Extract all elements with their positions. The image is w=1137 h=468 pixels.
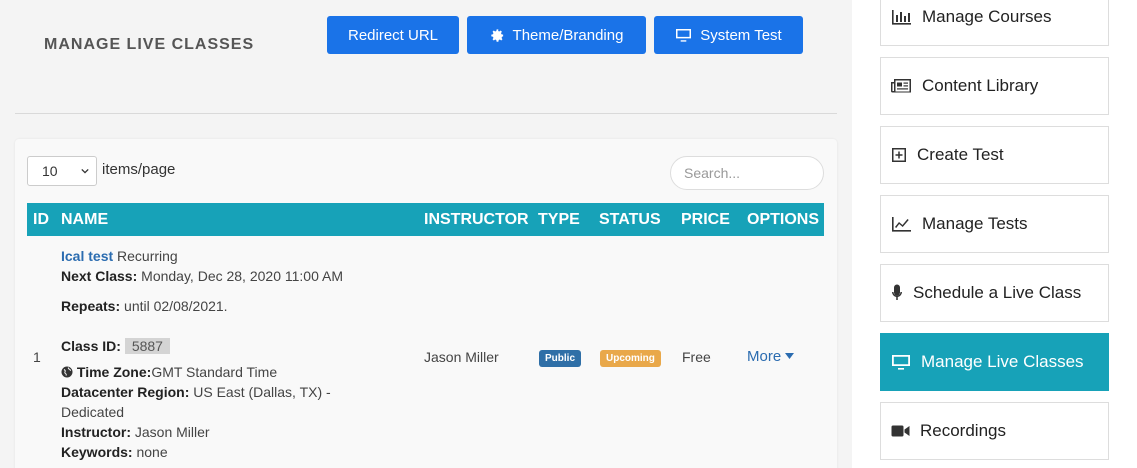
datacenter-value: US East (Dallas, TX) - [193, 384, 331, 400]
timezone-value: GMT Standard Time [151, 364, 278, 380]
status-badge: Upcoming [600, 350, 661, 367]
column-header-price[interactable]: PRICE [681, 211, 730, 229]
keywords-value: none [136, 444, 168, 460]
row-details: Ical test Recurring Next Class: Monday, … [61, 246, 391, 462]
row-price: Free [682, 349, 711, 365]
sidebar-item-label: Manage Live Classes [921, 352, 1084, 371]
column-header-name[interactable]: NAME [61, 211, 108, 229]
sidebar-item-recordings[interactable]: Recordings [880, 402, 1109, 460]
class-name-link[interactable]: Ical test [61, 248, 113, 264]
line-chart-icon [892, 217, 911, 232]
row-instructor: Jason Miller [424, 349, 499, 365]
theme-branding-label: Theme/Branding [512, 26, 624, 44]
items-per-page-value: 10 [42, 163, 58, 179]
row-id: 1 [33, 349, 41, 365]
sidebar-item-label: Manage Tests [922, 214, 1028, 233]
sidebar-item-content-library[interactable]: Content Library [880, 57, 1109, 115]
datacenter-value-2: Dedicated [61, 404, 125, 420]
classes-table-card: 10 items/page ID NAME INSTRUCTOR TYPE ST… [15, 139, 837, 468]
gear-icon [490, 28, 503, 42]
table-row: 1 Ical test Recurring Next Class: Monday… [27, 236, 824, 468]
monitor-icon [892, 354, 910, 370]
column-header-type[interactable]: TYPE [538, 211, 580, 229]
sidebar-item-label: Manage Courses [922, 7, 1052, 26]
divider [15, 113, 837, 114]
chevron-down-icon [81, 168, 89, 174]
items-per-page-select[interactable]: 10 [27, 156, 97, 186]
main-content: MANAGE LIVE CLASSES Redirect URL Theme/B… [0, 0, 852, 468]
sidebar-item-manage-tests[interactable]: Manage Tests [880, 195, 1109, 253]
more-options-label: More [747, 348, 782, 365]
bar-chart-icon [892, 10, 911, 25]
next-class-value: Monday, Dec 28, 2020 11:00 AM [141, 268, 343, 284]
newspaper-icon [891, 79, 911, 93]
column-header-status[interactable]: STATUS [599, 211, 661, 229]
system-test-button[interactable]: System Test [654, 16, 803, 54]
repeats-label: Repeats: [61, 298, 121, 314]
monitor-icon [676, 28, 692, 42]
sidebar: Manage Courses Content Library Create Te… [852, 0, 1137, 468]
sidebar-item-label: Recordings [920, 421, 1006, 440]
sidebar-item-schedule-live-class[interactable]: Schedule a Live Class [880, 264, 1109, 322]
sidebar-item-manage-live-classes[interactable]: Manage Live Classes [880, 333, 1109, 391]
theme-branding-button[interactable]: Theme/Branding [467, 16, 646, 54]
page-title: MANAGE LIVE CLASSES [44, 36, 255, 53]
system-test-label: System Test [700, 26, 782, 44]
type-badge: Public [539, 350, 582, 367]
instructor-detail-value: Jason Miller [134, 424, 210, 440]
redirect-url-label: Redirect URL [347, 26, 439, 44]
redirect-url-button[interactable]: Redirect URL [327, 16, 459, 54]
table-header: ID NAME INSTRUCTOR TYPE STATUS PRICE OPT… [27, 203, 824, 236]
class-id-value: 5887 [124, 338, 170, 354]
datacenter-label: Datacenter Region: [61, 384, 190, 400]
sidebar-item-label: Schedule a Live Class [913, 283, 1082, 302]
sidebar-item-label: Create Test [917, 145, 1004, 164]
sidebar-item-label: Content Library [922, 76, 1039, 95]
column-header-instructor[interactable]: INSTRUCTOR [424, 211, 529, 229]
keywords-label: Keywords: [61, 444, 133, 460]
plus-square-icon [892, 148, 906, 162]
search-input[interactable] [670, 156, 824, 190]
next-class-label: Next Class: [61, 268, 138, 284]
column-header-options[interactable]: OPTIONS [747, 211, 819, 229]
class-id-label: Class ID: [61, 338, 121, 354]
column-header-id[interactable]: ID [33, 211, 49, 229]
items-per-page-label: items/page [102, 161, 176, 178]
more-options-dropdown[interactable]: More [747, 348, 795, 365]
recurrence-text: Recurring [117, 248, 178, 264]
microphone-icon [892, 284, 902, 300]
repeats-value: until 02/08/2021. [124, 298, 228, 314]
video-camera-icon [891, 425, 910, 437]
caret-down-icon [785, 353, 795, 359]
sidebar-item-create-test[interactable]: Create Test [880, 126, 1109, 184]
sidebar-item-manage-courses[interactable]: Manage Courses [880, 0, 1109, 46]
instructor-detail-label: Instructor: [61, 424, 131, 440]
timezone-label: Time Zone: [76, 364, 152, 380]
globe-icon [61, 366, 73, 378]
